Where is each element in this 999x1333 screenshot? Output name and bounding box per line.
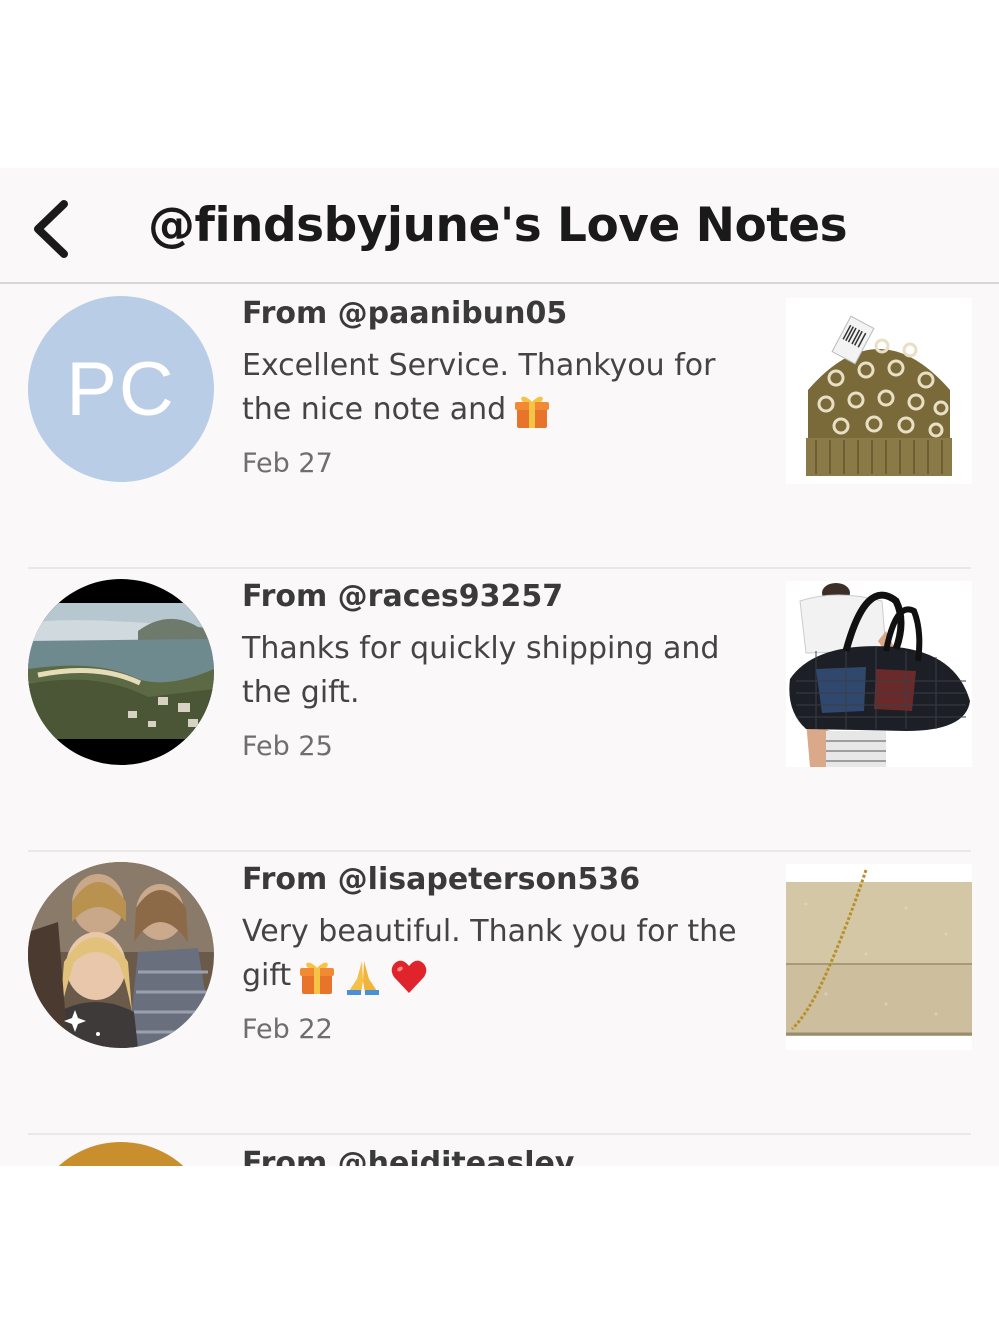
knit-beanie-icon <box>786 298 972 484</box>
family-photo-icon <box>28 862 214 1048</box>
item-thumbnail[interactable] <box>786 864 972 1050</box>
red-heart-emoji-icon <box>389 957 429 997</box>
avatar[interactable] <box>28 579 214 765</box>
love-note-item[interactable]: PC From @paanibun05 Excellent Service. T… <box>0 286 999 569</box>
item-thumbnail[interactable] <box>786 298 972 484</box>
note-date: Feb 27 <box>242 448 333 479</box>
duffel-bag-icon <box>786 581 972 767</box>
page-title: @findsbyjune's Love Notes <box>148 198 848 253</box>
note-sender[interactable]: From @races93257 <box>242 579 563 614</box>
note-date: Feb 22 <box>242 1014 333 1045</box>
chevron-left-icon <box>34 200 68 258</box>
gift-emoji-icon <box>297 957 337 997</box>
clutch-bag-icon <box>786 864 972 1050</box>
item-thumbnail[interactable] <box>786 581 972 767</box>
love-note-item[interactable]: From @races93257 Thanks for quickly ship… <box>0 569 999 852</box>
note-message: Thanks for quickly shipping and the gift… <box>242 631 720 710</box>
divider <box>28 1133 971 1135</box>
landscape-photo-icon <box>28 579 214 765</box>
note-message: Excellent Service. Thankyou for the nice… <box>242 344 752 432</box>
avatar[interactable] <box>28 1142 214 1166</box>
gift-emoji-icon <box>512 391 552 431</box>
love-notes-screen: @findsbyjune's Love Notes PC From @paani… <box>0 168 999 1166</box>
header-bar: @findsbyjune's Love Notes <box>0 168 999 284</box>
love-note-item[interactable]: From @lisapeterson536 Very beautiful. Th… <box>0 852 999 1135</box>
note-sender[interactable]: From @lisapeterson536 <box>242 862 640 897</box>
back-button[interactable] <box>26 196 82 262</box>
note-date: Feb 25 <box>242 731 333 762</box>
avatar[interactable]: PC <box>28 296 214 482</box>
note-sender[interactable]: From @paanibun05 <box>242 296 567 331</box>
avatar[interactable] <box>28 862 214 1048</box>
note-sender[interactable]: From @heiditeasley <box>242 1146 574 1166</box>
folded-hands-emoji-icon <box>343 957 383 997</box>
note-message: Very beautiful. Thank you for the gift <box>242 910 752 998</box>
